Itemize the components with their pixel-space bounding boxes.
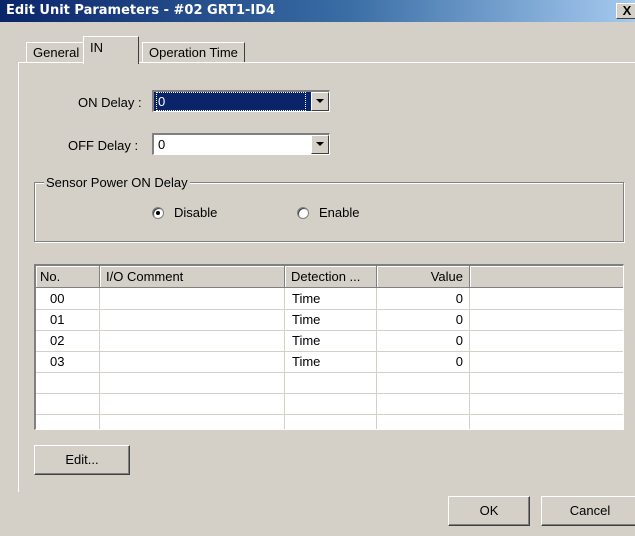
column-header-value[interactable]: Value bbox=[377, 266, 470, 288]
row-divider bbox=[36, 393, 623, 394]
row-divider bbox=[36, 351, 623, 352]
row-divider bbox=[36, 414, 623, 415]
cell-value[interactable]: 0 bbox=[377, 309, 463, 330]
cell-no: 02 bbox=[50, 333, 65, 348]
dialog-window: Edit Unit Parameters - #02 GRT1-ID4 X Ge… bbox=[0, 0, 635, 536]
column-header-filler bbox=[470, 266, 623, 288]
disable-radio[interactable] bbox=[152, 207, 164, 219]
disable-label[interactable]: Disable bbox=[174, 205, 217, 220]
on-delay-select[interactable]: 0 bbox=[152, 90, 330, 112]
cell-no: 03 bbox=[50, 354, 65, 369]
cell-value[interactable]: 0 bbox=[377, 288, 463, 309]
column-header-no[interactable]: No. bbox=[36, 266, 100, 288]
sensor-power-group-label: Sensor Power ON Delay bbox=[44, 175, 190, 190]
io-table: No. I/O Comment Detection ... Value 00 T… bbox=[34, 264, 624, 430]
cell-detection[interactable]: Time bbox=[292, 309, 320, 330]
off-delay-select[interactable]: 0 bbox=[152, 133, 330, 155]
enable-label[interactable]: Enable bbox=[319, 205, 359, 220]
cell-no: 01 bbox=[50, 312, 65, 327]
row-divider bbox=[36, 330, 623, 331]
enable-radio[interactable] bbox=[297, 207, 309, 219]
cell-value[interactable]: 0 bbox=[377, 330, 463, 351]
on-delay-label: ON Delay : bbox=[78, 95, 142, 110]
column-header-comment[interactable]: I/O Comment bbox=[100, 266, 285, 288]
off-delay-label: OFF Delay : bbox=[68, 138, 139, 153]
edit-button[interactable]: Edit... bbox=[34, 445, 130, 475]
off-delay-value: 0 bbox=[158, 137, 166, 152]
row-divider bbox=[36, 309, 623, 310]
cell-value[interactable]: 0 bbox=[377, 351, 463, 372]
cell-detection[interactable]: Time bbox=[292, 351, 320, 372]
chevron-down-icon[interactable] bbox=[311, 92, 329, 111]
row-divider bbox=[36, 372, 623, 373]
cell-no: 00 bbox=[50, 291, 65, 306]
cell-detection[interactable]: Time bbox=[292, 330, 320, 351]
chevron-down-icon[interactable] bbox=[311, 135, 329, 154]
on-delay-value: 0 bbox=[155, 92, 307, 111]
cell-detection[interactable]: Time bbox=[292, 288, 320, 309]
column-header-detection[interactable]: Detection ... bbox=[285, 266, 377, 288]
